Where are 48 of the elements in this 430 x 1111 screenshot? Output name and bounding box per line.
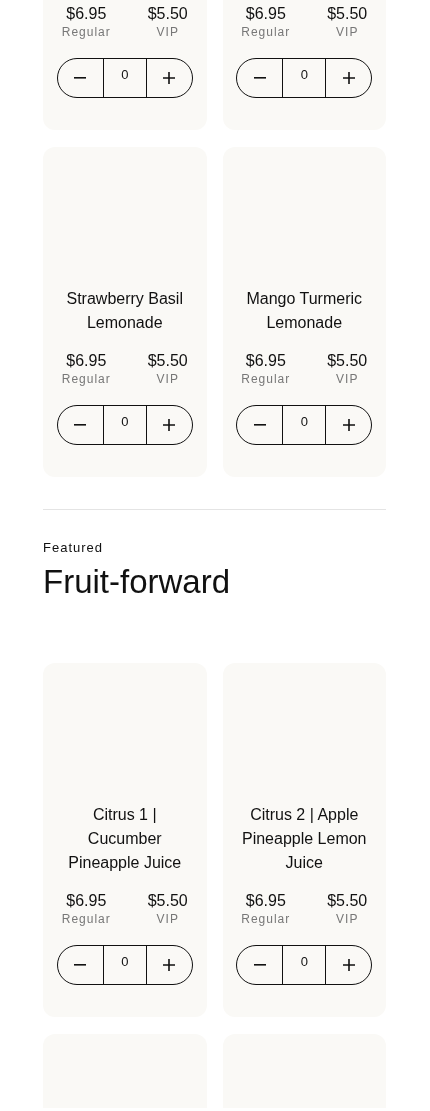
quantity-value[interactable]: 0 (102, 946, 147, 984)
price-label: VIP (156, 24, 179, 40)
quantity-value[interactable]: 0 (282, 59, 327, 97)
minus-icon (253, 964, 266, 966)
price-label: VIP (156, 371, 179, 387)
regular-price: $6.95 (245, 4, 286, 24)
vip-price: $5.50 (147, 351, 188, 371)
plus-icon (342, 72, 355, 84)
vip-price: $5.50 (147, 891, 188, 911)
price-label: VIP (336, 371, 359, 387)
quantity-value[interactable]: 0 (282, 946, 327, 984)
vip-price: $5.50 (327, 891, 368, 911)
plus-icon (342, 959, 355, 971)
price-label: Regular (61, 911, 111, 927)
minus-icon (74, 964, 87, 966)
price-label: Regular (61, 24, 111, 40)
plus-icon (163, 419, 176, 431)
vip-price: $5.50 (147, 4, 188, 24)
minus-icon (74, 424, 87, 426)
product-name: Citrus 1 | Cucumber Pineapple Juice (67, 805, 183, 873)
minus-icon (253, 424, 266, 426)
vip-price: $5.50 (327, 351, 368, 371)
price-label: Regular (61, 371, 111, 387)
price-label: VIP (336, 911, 359, 927)
quantity-value[interactable]: 0 (282, 406, 327, 444)
regular-price: $6.95 (66, 891, 107, 911)
regular-price: $6.95 (245, 891, 286, 911)
plus-icon (163, 72, 176, 84)
regular-price: $6.95 (66, 351, 107, 371)
plus-icon (163, 959, 176, 971)
regular-price: $6.95 (66, 4, 107, 24)
product-name: Strawberry Basil Lemonade (65, 289, 184, 333)
regular-price: $6.95 (245, 351, 286, 371)
price-label: Regular (241, 911, 291, 927)
section-title: Fruit-forward (43, 563, 232, 601)
minus-icon (74, 77, 87, 79)
vip-price: $5.50 (327, 4, 368, 24)
price-label: Regular (241, 371, 291, 387)
quantity-value[interactable]: 0 (102, 59, 147, 97)
product-name: Mango Turmeric Lemonade (245, 289, 364, 333)
quantity-value[interactable]: 0 (102, 406, 147, 444)
section-eyebrow: Featured (43, 540, 105, 555)
product-name: Citrus 2 | Apple Pineapple Lemon Juice (240, 805, 368, 873)
price-label: VIP (156, 911, 179, 927)
plus-icon (342, 419, 355, 431)
price-label: VIP (336, 24, 359, 40)
price-label: Regular (241, 24, 291, 40)
minus-icon (253, 77, 266, 79)
